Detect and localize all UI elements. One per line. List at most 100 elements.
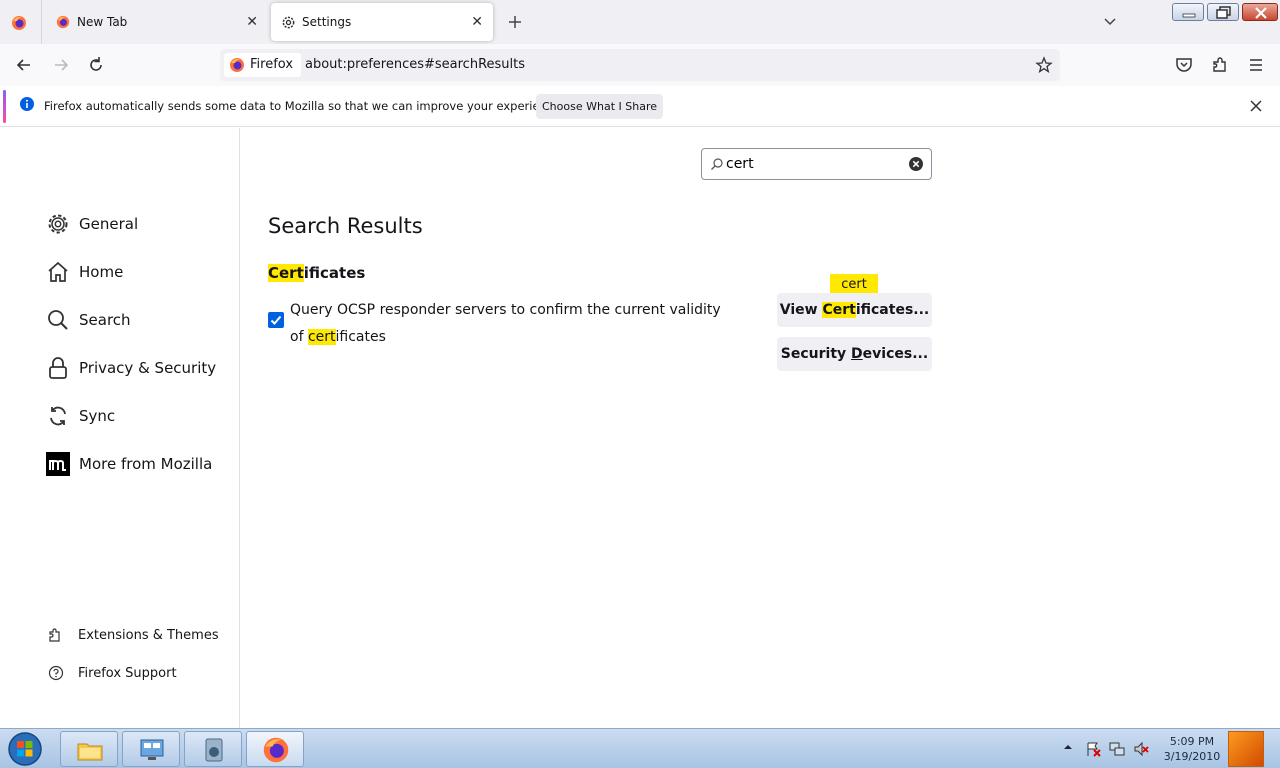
media-player-icon bbox=[205, 738, 223, 762]
navigation-toolbar: Firefox about:preferences#searchResults bbox=[0, 44, 1280, 86]
pocket-icon[interactable] bbox=[1174, 55, 1194, 75]
sidebar-item-privacy[interactable]: Privacy & Security bbox=[46, 353, 236, 383]
ocsp-checkbox-label[interactable]: Query OCSP responder servers to confirm … bbox=[290, 297, 730, 351]
notification-accent-bar bbox=[3, 90, 6, 123]
tab-label: Settings bbox=[302, 15, 352, 29]
menu-hamburger-icon[interactable] bbox=[1246, 55, 1266, 75]
checkmark-icon bbox=[270, 315, 282, 325]
window-minimize-button[interactable] bbox=[1172, 3, 1204, 21]
windows-taskbar: 5:09 PM 3/19/2010 bbox=[0, 728, 1280, 768]
sidebar-item-search[interactable]: Search bbox=[46, 305, 236, 335]
section-title-certificates: Certificates bbox=[268, 264, 365, 282]
identity-box[interactable]: Firefox bbox=[224, 53, 302, 77]
home-icon bbox=[48, 261, 68, 282]
page-title: Search Results bbox=[268, 214, 423, 238]
tab-new-tab[interactable]: New Tab ✕ bbox=[46, 3, 268, 41]
ocsp-checkbox[interactable] bbox=[268, 312, 284, 328]
sidebar-item-home[interactable]: Home bbox=[46, 257, 236, 287]
reload-icon[interactable] bbox=[86, 55, 106, 75]
forward-arrow-icon[interactable] bbox=[51, 55, 71, 75]
security-devices-button[interactable]: Security Devices... bbox=[777, 337, 932, 371]
tab-strip: New Tab ✕ Settings ✕ bbox=[0, 0, 1280, 44]
accesskey-letter: D bbox=[851, 346, 863, 362]
sidebar-item-general[interactable]: General bbox=[46, 209, 236, 239]
url-bar[interactable]: Firefox about:preferences#searchResults bbox=[220, 49, 1060, 81]
settings-sidebar: General Home Search Privacy & Security S… bbox=[0, 128, 240, 728]
network-icon[interactable] bbox=[1109, 741, 1125, 757]
sidebar-link-extensions-themes[interactable]: Extensions & Themes bbox=[46, 624, 236, 648]
firefox-icon bbox=[263, 737, 289, 763]
button-label: Security bbox=[780, 346, 852, 362]
sidebar-item-label: Home bbox=[79, 263, 124, 281]
sidebar-item-label: Privacy & Security bbox=[79, 359, 217, 377]
volume-muted-icon[interactable] bbox=[1133, 741, 1149, 757]
sidebar-link-firefox-support[interactable]: Firefox Support bbox=[46, 662, 236, 686]
sync-icon bbox=[50, 406, 66, 426]
sidebar-item-more-from-mozilla[interactable]: More from Mozilla bbox=[46, 449, 236, 479]
windows-start-orb-icon[interactable] bbox=[6, 731, 44, 767]
bookmark-star-icon[interactable] bbox=[1035, 56, 1053, 74]
button-label: View bbox=[779, 302, 823, 318]
tab-close-icon[interactable]: ✕ bbox=[246, 14, 258, 30]
tab-close-icon[interactable]: ✕ bbox=[471, 14, 483, 30]
tab-settings[interactable]: Settings ✕ bbox=[271, 3, 493, 41]
info-icon bbox=[20, 97, 34, 111]
url-text[interactable]: about:preferences#searchResults bbox=[305, 57, 525, 72]
clock-time: 5:09 PM bbox=[1169, 735, 1215, 748]
notification-message: Firefox automatically sends some data to… bbox=[44, 99, 564, 113]
identity-label: Firefox bbox=[250, 57, 294, 72]
sidebar-link-label: Extensions & Themes bbox=[78, 628, 219, 643]
ocsp-label-text-rest: ificates bbox=[335, 329, 386, 345]
sidebar-item-label: General bbox=[79, 215, 139, 233]
chevron-down-icon[interactable] bbox=[1102, 13, 1118, 29]
window-restore-button[interactable] bbox=[1207, 3, 1239, 21]
clear-search-icon[interactable] bbox=[908, 156, 924, 172]
data-collection-notification: Firefox automatically sends some data to… bbox=[0, 86, 1280, 127]
taskbar-explorer[interactable] bbox=[60, 731, 118, 767]
sidebar-link-label: Firefox Support bbox=[78, 666, 177, 681]
window-close-button[interactable] bbox=[1242, 3, 1278, 21]
new-tab-plus-icon[interactable] bbox=[505, 10, 525, 34]
firefox-icon bbox=[12, 16, 26, 30]
gear-icon bbox=[48, 214, 68, 234]
puzzle-icon bbox=[49, 628, 60, 642]
firefox-icon bbox=[230, 58, 244, 72]
back-arrow-icon[interactable] bbox=[14, 55, 34, 75]
show-desktop-button[interactable] bbox=[1228, 731, 1264, 767]
sidebar-item-label: More from Mozilla bbox=[79, 455, 213, 473]
taskbar-control-panel[interactable] bbox=[122, 731, 180, 767]
tray-expand-icon[interactable] bbox=[1063, 741, 1073, 753]
clock-date: 3/19/2010 bbox=[1163, 750, 1221, 763]
button-label-rest: ificates... bbox=[855, 302, 930, 318]
choose-what-i-share-button[interactable]: Choose What I Share bbox=[536, 94, 663, 119]
taskbar-media-player[interactable] bbox=[184, 731, 242, 767]
settings-search-box[interactable] bbox=[701, 148, 932, 180]
mozilla-icon bbox=[46, 452, 70, 476]
search-icon bbox=[711, 158, 723, 170]
lock-icon bbox=[49, 357, 67, 379]
firefox-view-button[interactable] bbox=[0, 0, 42, 44]
search-icon bbox=[48, 310, 68, 330]
settings-main-pane: Search Results Certificates Query OCSP r… bbox=[241, 128, 1280, 728]
sidebar-item-label: Search bbox=[79, 311, 131, 329]
section-title-rest: ificates bbox=[303, 264, 366, 282]
search-highlight: Cert bbox=[822, 302, 856, 318]
tab-label: New Tab bbox=[77, 15, 128, 29]
settings-search-input[interactable] bbox=[726, 154, 896, 174]
search-highlight: cert bbox=[307, 329, 336, 345]
gear-icon bbox=[282, 16, 295, 29]
button-label-rest: evices... bbox=[862, 346, 929, 362]
taskbar-firefox[interactable] bbox=[246, 731, 304, 767]
sidebar-item-sync[interactable]: Sync bbox=[46, 401, 236, 431]
folder-icon bbox=[77, 743, 103, 761]
firefox-icon bbox=[56, 15, 70, 29]
view-certificates-button[interactable]: View Certificates... bbox=[777, 293, 932, 327]
action-center-flag-icon[interactable] bbox=[1085, 741, 1101, 757]
sidebar-item-label: Sync bbox=[79, 407, 116, 425]
extensions-puzzle-icon[interactable] bbox=[1210, 55, 1230, 75]
control-panel-icon bbox=[140, 739, 164, 760]
search-highlight: Cert bbox=[268, 264, 304, 282]
system-clock[interactable]: 5:09 PM 3/19/2010 bbox=[1160, 734, 1224, 764]
close-icon[interactable] bbox=[1248, 98, 1264, 114]
help-icon bbox=[48, 665, 64, 681]
